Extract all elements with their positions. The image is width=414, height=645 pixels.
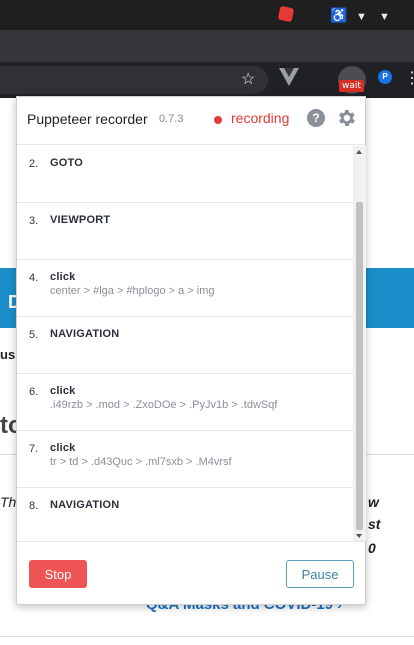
scroll-up-arrow-icon[interactable] (356, 150, 362, 154)
extension-p-icon[interactable]: P (378, 70, 392, 84)
help-icon[interactable]: ? (307, 109, 325, 127)
extension-red-icon[interactable] (277, 5, 295, 23)
step-selector: center > #lga > #hplogo > a > img (50, 285, 215, 297)
address-bar[interactable] (0, 66, 268, 94)
recording-dot-icon (214, 116, 222, 124)
step-action: click (50, 385, 76, 397)
vue-devtools-icon[interactable] (279, 68, 299, 86)
step-row[interactable]: 5. NAVIGATION (17, 317, 353, 374)
bookmark-star-icon[interactable]: ☆ (241, 69, 255, 89)
popup-header: Puppeteer recorder 0.7.3 recording ? (17, 97, 365, 145)
wait-badge: wait (339, 80, 364, 92)
step-action: click (50, 442, 76, 454)
popup-footer: Stop Pause (17, 541, 365, 606)
puppeteer-recorder-popup: Puppeteer recorder 0.7.3 recording ? 2. G… (16, 96, 366, 605)
step-number: 5. (29, 329, 39, 341)
step-action: GOTO (50, 157, 83, 169)
step-row[interactable]: 7. click tr > td > .d43Quc > .ml7sxb > .M4… (17, 431, 353, 488)
step-row[interactable]: 4. click center > #lga > #hplogo > a > img (17, 260, 353, 317)
app-title: Puppeteer recorder (27, 111, 148, 127)
recorded-steps-list[interactable]: 2. GOTO 3. VIEWPORT 4. click center > #lga > #… (17, 146, 353, 541)
step-number: 7. (29, 443, 39, 455)
browser-titlebar: ♿ ▼ ▼ (0, 0, 414, 30)
step-number: 4. (29, 272, 39, 284)
step-row[interactable]: 3. VIEWPORT (17, 203, 353, 260)
scroll-down-arrow-icon[interactable] (356, 534, 362, 538)
background-text: st (368, 516, 381, 532)
step-row[interactable]: 2. GOTO (17, 146, 353, 203)
wifi-icon[interactable]: ▼ (356, 8, 367, 26)
accessibility-icon[interactable]: ♿ (330, 6, 347, 24)
scrollbar-thumb[interactable] (356, 202, 363, 530)
step-action: click (50, 271, 76, 283)
step-number: 8. (29, 500, 39, 512)
divider (0, 636, 414, 637)
pause-button[interactable]: Pause (286, 560, 354, 588)
step-row[interactable]: 8. NAVIGATION (17, 488, 353, 541)
background-text: Th (0, 494, 17, 510)
step-selector: tr > td > .d43Quc > .ml7sxb > .M4vrsf (50, 456, 232, 468)
step-number: 2. (29, 158, 39, 170)
app-version: 0.7.3 (159, 113, 184, 125)
step-action: NAVIGATION (50, 328, 120, 340)
browser-tabstrip (0, 30, 414, 64)
step-action: VIEWPORT (50, 214, 111, 226)
recording-status: recording (231, 110, 290, 126)
background-text: w (368, 494, 379, 510)
stop-button[interactable]: Stop (29, 560, 87, 588)
step-number: 3. (29, 215, 39, 227)
browser-menu-icon[interactable]: ⋮ (404, 68, 414, 88)
gear-icon[interactable] (335, 107, 357, 129)
step-row[interactable]: 6. click .i49rzb > .mod > .ZxoDOe > .PyJv1… (17, 374, 353, 431)
step-action: NAVIGATION (50, 499, 120, 511)
step-number: 6. (29, 386, 39, 398)
background-text: 0 (368, 540, 376, 556)
step-selector: .i49rzb > .mod > .ZxoDOe > .PyJv1b > .td… (50, 399, 278, 411)
dropdown-icon[interactable]: ▼ (379, 8, 390, 26)
